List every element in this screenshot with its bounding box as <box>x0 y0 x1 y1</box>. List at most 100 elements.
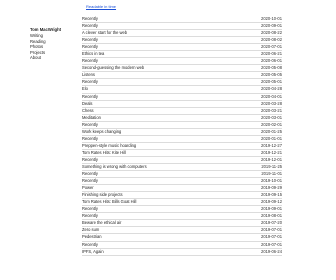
rss-link[interactable]: Readable in time <box>86 4 116 9</box>
post-row: A clever start for the web 2020-08-22 <box>82 30 282 38</box>
post-title-link[interactable]: A clever start for the web <box>82 30 127 36</box>
post-title-link[interactable]: Recently <box>82 242 98 248</box>
post-title-link[interactable]: Chess <box>82 108 94 114</box>
post-date: 2019-07-20 <box>261 220 282 226</box>
post-title-link[interactable]: Recently <box>82 44 98 50</box>
nav-item-about: About <box>30 55 76 61</box>
post-title-link[interactable]: Recently <box>82 178 98 184</box>
post-date: 2019-10-01 <box>261 178 282 184</box>
post-title-link[interactable]: Recently <box>82 16 98 22</box>
post-row: Pedestrian 2019-07-01 <box>82 234 282 242</box>
post-title-link[interactable]: Recently <box>82 58 98 64</box>
post-row: Recently 2020-07-01 <box>82 44 282 52</box>
post-row: Zero sum 2019-07-01 <box>82 227 282 235</box>
post-date: 2020-06-01 <box>261 58 282 64</box>
post-date: 2019-07-01 <box>261 234 282 240</box>
post-date: 2019-12-21 <box>261 149 282 155</box>
nav-link-writing[interactable]: Writing <box>30 33 43 38</box>
post-date: 2019-08-01 <box>261 213 282 219</box>
post-row: Recently 2019-11-01 <box>82 171 282 179</box>
post-title-link[interactable]: Preppen-style music hoarding <box>82 143 136 149</box>
nav-link-reading[interactable]: Reading <box>30 39 46 44</box>
post-title-link[interactable]: Work keeps changing <box>82 129 121 135</box>
post-title-link[interactable]: Recently <box>82 37 98 43</box>
post-title-link[interactable]: Recently <box>82 94 98 100</box>
nav-link-photos[interactable]: Photos <box>30 44 43 49</box>
post-date: 2020-04-28 <box>261 86 282 92</box>
post-row: Recently 2019-09-01 <box>82 206 282 214</box>
post-title-link[interactable]: Elo <box>82 86 88 92</box>
post-row: Recently 2020-06-01 <box>82 58 282 66</box>
post-row: Second-guessing the modern web 2020-05-08 <box>82 65 282 73</box>
post-row: Recently 2020-05-01 <box>82 79 282 87</box>
post-title-link[interactable]: Zero sum <box>82 227 99 233</box>
post-date: 2020-04-01 <box>261 93 282 99</box>
post-title-link[interactable]: Listens <box>82 72 95 78</box>
post-title-link[interactable]: Recently <box>82 157 98 163</box>
post-row: Recently 2019-12-01 <box>82 157 282 164</box>
post-date: 2019-11-01 <box>261 171 282 177</box>
post-row: Recently 2020-09-01 <box>82 23 282 31</box>
post-date: 2020-08-02 <box>261 37 282 43</box>
post-title-link[interactable]: Ethics in tea <box>82 51 104 57</box>
nav-link-about[interactable]: About <box>30 55 41 60</box>
post-row: Tom Rates Hits: Bills Goat Hill 2019-09-1… <box>82 199 282 207</box>
post-title-link[interactable]: Tom Rates Hits: Kite Hill <box>82 150 126 156</box>
post-title-link[interactable]: Recently <box>82 171 98 177</box>
post-title-link[interactable]: Tom Rates Hits: Bills Goat Hill <box>82 199 136 205</box>
post-title-link[interactable]: Deals <box>82 101 92 107</box>
post-date: 2019-09-01 <box>261 206 282 212</box>
post-date: 2020-08-22 <box>261 30 282 36</box>
nav-link-projects[interactable]: Projects <box>30 50 45 55</box>
post-row: Preppen-style music hoarding 2019-12-27 <box>82 143 282 150</box>
post-date: 2019-06-24 <box>261 248 282 254</box>
post-row: Power 2019-09-29 <box>82 185 282 193</box>
post-title-link[interactable]: Recently <box>82 206 98 212</box>
post-title-link[interactable]: Recently <box>82 122 98 128</box>
post-row: Recently 2019-08-01 <box>82 213 282 221</box>
post-date: 2019-09-12 <box>261 199 282 205</box>
post-date: 2019-11-25 <box>261 163 282 169</box>
post-title-link[interactable]: Meditation <box>82 115 101 121</box>
post-title-link[interactable]: Finishing side projects <box>82 192 123 198</box>
post-title-link[interactable]: Recently <box>82 23 98 29</box>
post-date: 2020-05-05 <box>261 72 282 78</box>
post-date: 2020-06-21 <box>261 51 282 57</box>
post-date: 2019-09-29 <box>261 185 282 191</box>
post-title-link[interactable]: Recently <box>82 136 98 142</box>
post-row: Recently 2020-01-01 <box>82 136 282 143</box>
sidebar: Tom MacWright Writing Reading Photos Pro… <box>30 27 76 61</box>
post-date: 2020-03-28 <box>261 100 282 106</box>
post-title-link[interactable]: Recently <box>82 79 98 85</box>
post-row: Recently 2020-10-01 <box>82 16 282 24</box>
post-row: Recently 2019-10-01 <box>82 178 282 186</box>
post-title-link[interactable]: Second-guessing the modern web <box>82 65 144 71</box>
post-date: 2020-01-25 <box>261 128 282 134</box>
post-title-link[interactable]: Something is wrong with computers <box>82 164 147 170</box>
post-title-link[interactable]: Beware the ethical air <box>82 220 121 226</box>
post-row: Recently 2020-02-01 <box>82 122 282 129</box>
post-date: 2020-10-01 <box>261 16 282 21</box>
post-date: 2020-02-01 <box>261 121 282 127</box>
post-date: 2020-03-01 <box>261 114 282 120</box>
post-row: Deals 2020-03-28 <box>82 101 282 108</box>
post-date: 2019-12-27 <box>261 142 282 148</box>
post-row: Something is wrong with computers 2019-11… <box>82 163 282 172</box>
post-row: Tom Rates Hits: Kite Hill 2019-12-21 <box>82 150 282 157</box>
post-date: 2020-09-01 <box>261 23 282 29</box>
post-date: 2020-05-08 <box>261 65 282 71</box>
post-title-link[interactable]: Power <box>82 185 94 191</box>
post-row: Ethics in tea 2020-06-21 <box>82 51 282 59</box>
post-date: 2019-07-01 <box>261 241 282 247</box>
sidebar-nav: Writing Reading Photos Projects About <box>30 33 76 61</box>
post-title-link[interactable]: Recently <box>82 213 98 219</box>
post-list: Recently 2020-10-01 Recently 2020-09-01 A cl… <box>82 16 282 256</box>
post-row: Elo 2020-04-28 <box>82 86 282 94</box>
post-date: 2020-03-21 <box>261 107 282 113</box>
post-row: Listens 2020-05-05 <box>82 72 282 80</box>
post-title-link[interactable]: IPFS, Again <box>82 249 104 255</box>
post-date: 2020-01-01 <box>261 135 282 141</box>
post-title-link[interactable]: Pedestrian <box>82 234 102 240</box>
post-row: Chess 2020-03-21 <box>82 108 282 115</box>
post-row: Recently 2020-08-02 <box>82 37 282 45</box>
